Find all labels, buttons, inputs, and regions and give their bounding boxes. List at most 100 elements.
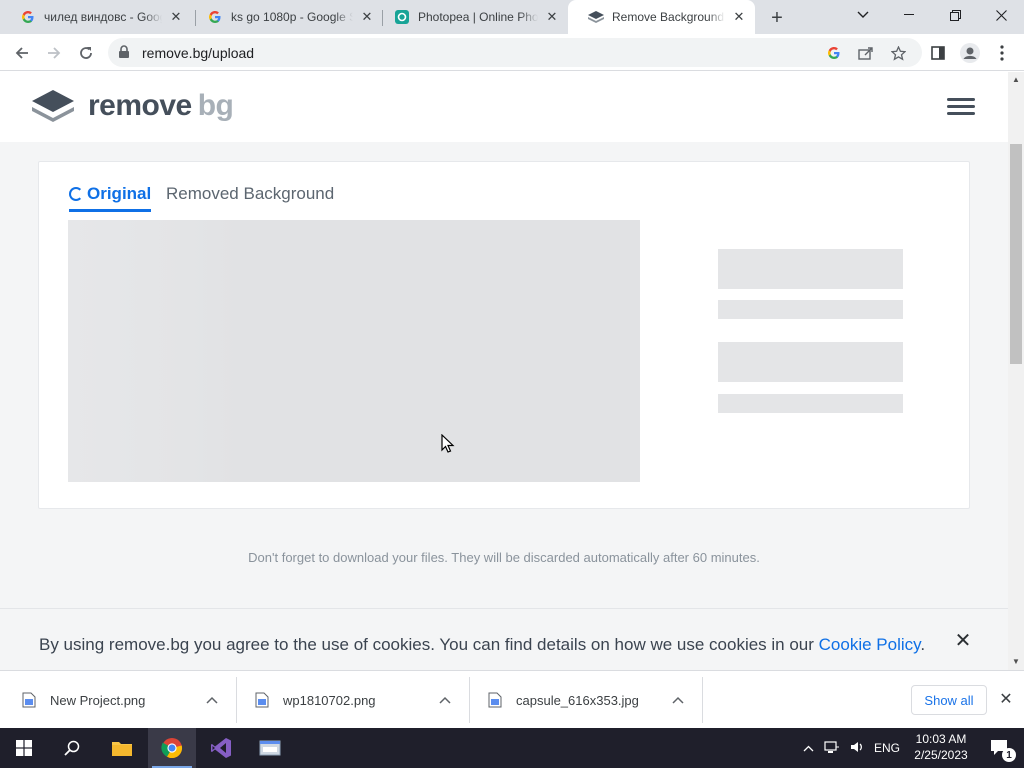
show-all-button[interactable]: Show all bbox=[911, 685, 987, 715]
text-placeholder bbox=[718, 300, 903, 319]
download-item[interactable]: New Project.png bbox=[22, 671, 232, 729]
close-icon[interactable]: ✕ bbox=[998, 691, 1014, 708]
cookie-text: By using remove.bg you agree to the use … bbox=[39, 635, 925, 655]
close-icon[interactable]: ✕ bbox=[359, 9, 375, 25]
removebg-logo[interactable]: remove bg bbox=[30, 88, 234, 124]
chrome-icon bbox=[161, 738, 183, 759]
new-tab-button[interactable]: + bbox=[766, 7, 788, 29]
cookie-policy-link[interactable]: Cookie Policy bbox=[819, 635, 921, 654]
download-item[interactable]: wp1810702.png bbox=[255, 671, 465, 729]
start-button[interactable] bbox=[0, 728, 48, 768]
arrow-right-icon bbox=[48, 47, 61, 59]
google-lens-icon[interactable] bbox=[824, 43, 844, 63]
loading-spinner-icon bbox=[69, 187, 83, 201]
close-icon[interactable]: ✕ bbox=[168, 9, 184, 25]
close-icon[interactable]: ✕ bbox=[731, 9, 747, 25]
preview-shading bbox=[68, 220, 240, 482]
page-scrollbar[interactable]: ▲ ▼ bbox=[1008, 72, 1024, 670]
arrow-left-icon bbox=[15, 47, 28, 59]
network-icon[interactable] bbox=[824, 740, 840, 757]
kebab-menu-icon bbox=[1000, 45, 1004, 61]
back-button[interactable] bbox=[8, 39, 36, 67]
close-icon[interactable]: ✕ bbox=[954, 630, 972, 652]
close-window-button[interactable] bbox=[978, 0, 1024, 30]
photopea-icon bbox=[394, 9, 410, 25]
chevron-up-icon[interactable] bbox=[439, 693, 451, 707]
language-indicator[interactable]: ENG bbox=[874, 741, 900, 755]
folder-icon bbox=[112, 742, 132, 756]
tab-title: Photopea | Online Phot bbox=[418, 10, 538, 24]
chevron-up-icon[interactable] bbox=[803, 741, 814, 755]
chrome-taskbar-button[interactable] bbox=[148, 728, 196, 768]
close-icon[interactable]: ✕ bbox=[544, 9, 560, 25]
share-icon[interactable] bbox=[856, 43, 876, 63]
text-placeholder bbox=[718, 394, 903, 413]
minimize-button[interactable] bbox=[886, 0, 932, 30]
download-filename: New Project.png bbox=[50, 692, 146, 708]
download-shelf: New Project.png wp1810702.png capsule_61… bbox=[0, 670, 1024, 728]
visual-studio-button[interactable] bbox=[197, 728, 245, 768]
search-icon bbox=[64, 740, 80, 756]
tab-search-icon[interactable] bbox=[840, 0, 886, 30]
search-button[interactable] bbox=[48, 728, 96, 768]
web-page: remove bg Original Removed Background Don… bbox=[0, 72, 1008, 670]
tab-title: Remove Background fr bbox=[612, 10, 725, 24]
scrollbar-thumb[interactable] bbox=[1010, 144, 1022, 364]
tab-original[interactable]: Original bbox=[69, 184, 152, 212]
browser-menu-button[interactable] bbox=[988, 39, 1016, 67]
url-text: remove.bg/upload bbox=[142, 45, 255, 61]
scroll-down-icon[interactable]: ▼ bbox=[1012, 658, 1020, 666]
hamburger-menu-icon[interactable] bbox=[947, 98, 975, 116]
address-bar[interactable]: remove.bg/upload bbox=[108, 38, 922, 67]
profile-button[interactable] bbox=[956, 39, 984, 67]
download-filename: wp1810702.png bbox=[283, 692, 376, 708]
removebg-icon bbox=[588, 9, 604, 25]
app-taskbar-button[interactable] bbox=[246, 728, 294, 768]
side-panel-button[interactable] bbox=[924, 39, 952, 67]
file-explorer-button[interactable] bbox=[98, 728, 146, 768]
system-tray: ENG bbox=[803, 728, 900, 768]
bookmark-star-icon[interactable] bbox=[888, 43, 908, 63]
shelf-divider bbox=[469, 677, 470, 723]
cookie-banner: By using remove.bg you agree to the use … bbox=[0, 608, 1008, 670]
visual-studio-icon bbox=[211, 738, 231, 758]
clock-date: 2/25/2023 bbox=[914, 748, 968, 762]
side-panel-icon bbox=[931, 46, 945, 60]
image-file-icon bbox=[255, 692, 269, 708]
browser-tab-2[interactable]: ks go 1080p - Google S ✕ bbox=[187, 0, 383, 34]
browser-tab-3[interactable]: Photopea | Online Phot ✕ bbox=[374, 0, 568, 34]
download-hd-button-placeholder bbox=[718, 342, 903, 382]
discard-notice: Don't forget to download your files. The… bbox=[248, 550, 760, 565]
image-file-icon bbox=[488, 692, 502, 708]
restore-button[interactable] bbox=[932, 0, 978, 30]
chevron-up-icon[interactable] bbox=[206, 693, 218, 707]
download-button-placeholder bbox=[718, 249, 903, 289]
volume-icon[interactable] bbox=[850, 740, 864, 757]
browser-tab-strip: чилед виндовс - Google ✕ ks go 1080p - G… bbox=[0, 0, 1024, 34]
reload-icon bbox=[80, 47, 92, 59]
layers-logo-icon bbox=[32, 90, 74, 122]
chevron-up-icon[interactable] bbox=[672, 693, 684, 707]
window-app-icon bbox=[259, 740, 281, 756]
editor-card: Original Removed Background bbox=[38, 161, 970, 509]
tab-original-label: Original bbox=[87, 184, 152, 203]
windows-taskbar: ENG 10:03 AM 2/25/2023 1 bbox=[0, 728, 1024, 768]
reload-button[interactable] bbox=[72, 39, 100, 67]
tab-removed-background[interactable]: Removed Background bbox=[166, 184, 334, 204]
notification-badge: 1 bbox=[1002, 748, 1016, 762]
browser-tab-4[interactable]: Remove Background fr ✕ bbox=[568, 0, 755, 34]
logo-wordmark: remove bg bbox=[88, 89, 234, 123]
avatar-icon bbox=[960, 43, 980, 63]
cookie-message: By using remove.bg you agree to the use … bbox=[39, 635, 819, 654]
browser-tab-1[interactable]: чилед виндовс - Google ✕ bbox=[0, 0, 192, 34]
image-preview-placeholder bbox=[68, 220, 640, 482]
system-clock[interactable]: 10:03 AM 2/25/2023 bbox=[912, 731, 970, 763]
tab-title: ks go 1080p - Google S bbox=[231, 10, 353, 24]
scroll-up-icon[interactable]: ▲ bbox=[1012, 76, 1020, 84]
browser-toolbar: remove.bg/upload bbox=[0, 34, 1024, 71]
shelf-divider bbox=[236, 677, 237, 723]
forward-button[interactable] bbox=[40, 39, 68, 67]
notification-center-button[interactable]: 1 bbox=[976, 728, 1024, 768]
download-item[interactable]: capsule_616x353.jpg bbox=[488, 671, 698, 729]
image-file-icon bbox=[22, 692, 36, 708]
